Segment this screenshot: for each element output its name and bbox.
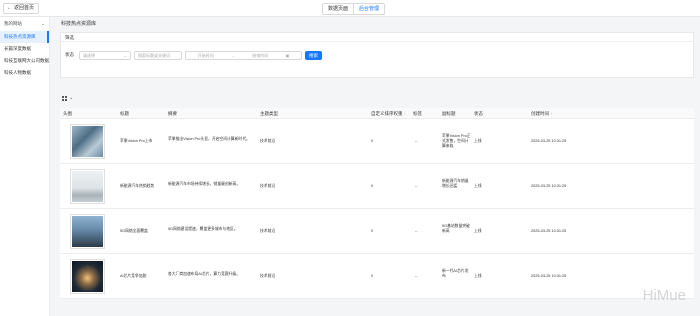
page-title: 科技热点资源库 <box>61 21 97 27</box>
chevron-down-icon: ⌄ <box>69 95 74 101</box>
table-row[interactable]: 新能源汽车热销趋势 新能源汽车市场持续增长，销量屡创新高。 技术前沿 0 -- … <box>60 164 694 209</box>
tab-data-page[interactable]: 数据页面 <box>323 4 354 14</box>
row-title: 5G网络全面覆盖 <box>120 229 148 233</box>
sidebar-group-label: 我的网站 <box>4 21 22 26</box>
status-select[interactable]: 请选择 ⌄ <box>79 50 131 60</box>
sidebar-group[interactable]: 我的网站 ⌄ <box>0 17 49 31</box>
back-home-label: 返回首页 <box>14 5 35 11</box>
back-home-button[interactable]: ← 返回首页 <box>3 3 40 14</box>
row-type: 技术前沿 <box>260 229 276 233</box>
top-bar: ← 返回首页 数据页面 后台管理 <box>0 0 700 17</box>
row-tag: -- <box>415 274 418 278</box>
row-type: 技术前沿 <box>260 139 276 143</box>
sidebar-item-long-form[interactable]: 长篇深度数据 <box>0 43 49 55</box>
sort-icon: ↕ <box>403 111 406 116</box>
row-weight: 0 <box>371 229 374 233</box>
tab-admin[interactable]: 后台管理 <box>353 4 385 14</box>
status-select-placeholder: 请选择 <box>83 52 95 58</box>
date-range-picker[interactable]: 开始时间 → 结束时间 ▣ <box>185 50 302 60</box>
row-tag: -- <box>415 139 418 143</box>
col-weight[interactable]: 自定义排序权重 ↕ <box>371 108 406 119</box>
row-thumbnail <box>70 259 105 294</box>
row-title: AI芯片竞争加剧 <box>120 274 147 278</box>
row-subtitle: 新一代AI芯片发布 <box>442 269 469 278</box>
row-title: 新能源汽车热销趋势 <box>120 184 155 188</box>
cover-image <box>72 261 103 292</box>
row-status: 上线 <box>474 274 482 278</box>
row-tag: -- <box>415 229 418 233</box>
keyword-input[interactable]: 搜索标题或关键词 <box>134 50 182 60</box>
cover-image <box>72 171 103 202</box>
col-created-label: 创建时间 <box>531 111 549 116</box>
row-summary: 新能源汽车市场持续增长，销量屡创新高。 <box>168 182 241 186</box>
date-end: 结束时间 <box>252 52 269 58</box>
chevron-down-icon: ⌄ <box>41 21 45 26</box>
main-content: 科技热点资源库 筛选 状态 请选择 ⌄ 搜索标题或关键词 开始时间 → 结束时间… <box>52 17 700 316</box>
row-status: 上线 <box>474 139 482 143</box>
row-tag: -- <box>415 184 418 188</box>
row-weight: 0 <box>371 274 374 278</box>
col-type: 主题类型 <box>260 111 278 116</box>
row-created: 2025-03-25 10:31:25 <box>531 229 567 233</box>
sidebar: 我的网站 ⌄ 科技热点资源库 长篇深度数据 科技互联网大公司数据 科技人物数据 <box>0 17 50 316</box>
col-summary: 摘要 <box>168 111 177 116</box>
table-header: 头图 标题 摘要 主题类型 自定义排序权重 ↕ 标签 副标题 状态 创建时间 ↕ <box>60 108 694 119</box>
status-label: 状态 <box>65 52 74 57</box>
row-subtitle: 新能源汽车销量增长迅猛 <box>442 179 469 188</box>
col-subtitle: 副标题 <box>442 111 456 116</box>
sidebar-item-hot-resources[interactable]: 科技热点资源库 <box>0 31 49 43</box>
date-start: 开始时间 <box>197 52 214 58</box>
row-thumbnail <box>70 214 105 249</box>
view-toggle[interactable]: ⌄ <box>62 95 73 101</box>
row-created: 2025-03-25 10:31:25 <box>531 184 567 188</box>
col-tag: 标签 <box>413 111 422 116</box>
row-type: 技术前沿 <box>260 274 276 278</box>
cover-image <box>72 126 103 157</box>
cover-image <box>72 216 103 247</box>
col-title: 标题 <box>120 111 129 116</box>
row-created: 2025-03-25 10:31:25 <box>531 274 567 278</box>
calendar-icon: ▣ <box>285 52 290 58</box>
filter-section-label: 筛选 <box>61 33 693 42</box>
row-summary: 各大厂商加速布局AI芯片，算力竞赛升级。 <box>168 272 240 276</box>
row-thumbnail <box>70 124 105 159</box>
row-title: 苹果Vision Pro上市 <box>120 139 153 143</box>
sidebar-item-people[interactable]: 科技人物数据 <box>0 67 49 79</box>
row-subtitle: 苹果Vision Pro正式发售，空间计算来临 <box>442 134 471 148</box>
data-table: 头图 标题 摘要 主题类型 自定义排序权重 ↕ 标签 副标题 状态 创建时间 ↕… <box>60 108 694 299</box>
filter-row: 状态 请选择 ⌄ 搜索标题或关键词 开始时间 → 结束时间 ▣ 搜索 <box>65 49 322 61</box>
row-status: 上线 <box>474 229 482 233</box>
sort-icon: ↕ <box>550 111 553 116</box>
row-summary: 苹果推出Vision Pro头显，开启空间计算新时代。 <box>168 137 250 141</box>
col-status: 状态 <box>474 111 483 116</box>
row-weight: 0 <box>371 184 374 188</box>
col-created[interactable]: 创建时间 ↕ <box>531 108 552 119</box>
sidebar-item-big-companies[interactable]: 科技互联网大公司数据 <box>0 55 49 67</box>
grid-icon <box>62 95 67 101</box>
row-weight: 0 <box>371 139 374 143</box>
watermark: HiMue <box>642 287 686 304</box>
row-subtitle: 5G基站数量突破新高 <box>442 224 470 233</box>
row-type: 技术前沿 <box>260 184 276 188</box>
table-row[interactable]: 5G网络全面覆盖 5G网络建设提速，覆盖更多城市与地区。 技术前沿 0 -- 5… <box>60 209 694 254</box>
row-thumbnail <box>70 169 105 204</box>
date-separator: → <box>230 52 235 58</box>
arrow-left-icon: ← <box>7 5 12 11</box>
filter-card: 筛选 状态 请选择 ⌄ 搜索标题或关键词 开始时间 → 结束时间 ▣ 搜索 <box>60 32 694 78</box>
row-status: 上线 <box>474 184 482 188</box>
table-row[interactable]: 苹果Vision Pro上市 苹果推出Vision Pro头显，开启空间计算新时… <box>60 119 694 164</box>
table-row[interactable]: AI芯片竞争加剧 各大厂商加速布局AI芯片，算力竞赛升级。 技术前沿 0 -- … <box>60 254 694 299</box>
top-tabs: 数据页面 后台管理 <box>322 3 386 15</box>
col-cover: 头图 <box>63 111 72 116</box>
row-summary: 5G网络建设提速，覆盖更多城市与地区。 <box>168 227 238 231</box>
row-created: 2025-03-25 10:31:25 <box>531 139 567 143</box>
search-button[interactable]: 搜索 <box>305 50 322 60</box>
col-weight-label: 自定义排序权重 <box>371 111 403 116</box>
chevron-down-icon: ⌄ <box>123 52 127 58</box>
